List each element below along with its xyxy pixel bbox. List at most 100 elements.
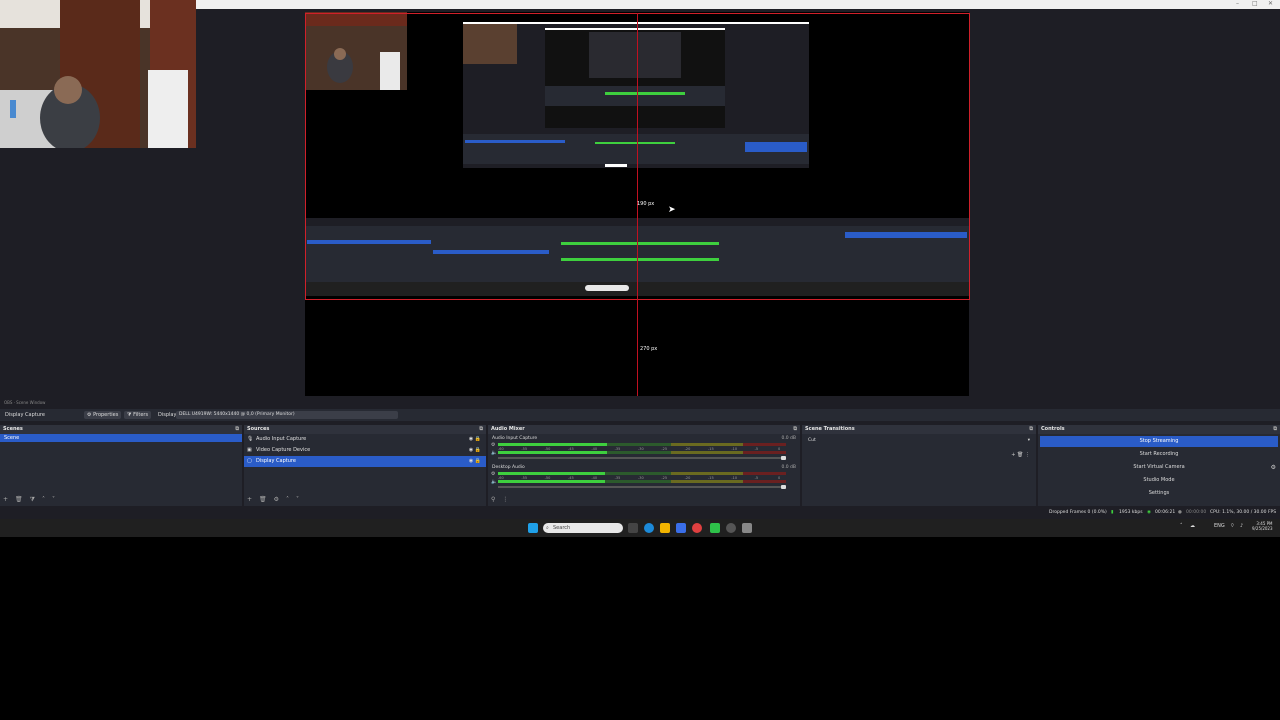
webcam-overlay [0, 0, 196, 148]
source-item[interactable]: 🎙 Audio Input Capture ◉ 🔒 [244, 434, 486, 445]
add-icon[interactable]: + [247, 496, 252, 503]
title-bar: – □ ✕ [196, 0, 1280, 9]
file-explorer-icon[interactable] [660, 523, 670, 533]
volume-slider[interactable] [498, 456, 786, 460]
undock-icon[interactable]: ⧉ [1029, 425, 1033, 434]
filters-label: Filters [133, 412, 149, 418]
wifi-icon[interactable]: ⌔ [1230, 523, 1235, 529]
controls-title: Controls [1041, 426, 1065, 432]
monitor-icon: ▢ [247, 458, 252, 464]
onedrive-icon[interactable]: ☁ [1190, 523, 1195, 529]
teams-icon[interactable] [676, 523, 686, 533]
source-item[interactable]: ▢ Display Capture ◉ 🔒 [244, 456, 486, 467]
language-indicator[interactable]: ENG [1214, 523, 1225, 529]
chrome-icon[interactable] [692, 523, 702, 533]
audio-mixer-title: Audio Mixer [491, 426, 525, 432]
more-icon[interactable]: ⋮ [502, 496, 508, 503]
undock-icon[interactable]: ⧉ [479, 425, 483, 434]
move-down-icon[interactable]: ˅ [296, 496, 299, 503]
camera-icon: ▣ [247, 447, 252, 453]
more-icon[interactable]: ⋮ [1025, 452, 1030, 458]
tray-chevron-icon[interactable]: ˄ [1180, 523, 1183, 529]
source-item[interactable]: ▣ Video Capture Device ◉ 🔒 [244, 445, 486, 456]
obs-icon[interactable] [726, 523, 736, 533]
stream-time: 00:06:21 [1155, 510, 1176, 515]
bitrate: 1953 kbps [1119, 510, 1143, 515]
task-view-icon[interactable] [628, 523, 638, 533]
level-meter [498, 451, 786, 454]
source-controls: ◉ 🔒 [469, 456, 481, 467]
close-icon[interactable]: ✕ [1268, 1, 1273, 7]
minimize-icon[interactable]: – [1236, 1, 1239, 7]
control-label: Settings [1148, 490, 1170, 496]
streaming-icon: ◉ [1147, 510, 1151, 515]
audio-mixer-header: Audio Mixer ⧉ [488, 425, 800, 434]
channel-name: Audio Input Capture [492, 436, 538, 441]
trash-icon[interactable]: 🗑 [1017, 452, 1023, 458]
undock-icon[interactable]: ⧉ [1273, 425, 1277, 434]
controls-header: Controls ⧉ [1038, 425, 1280, 434]
sources-dock: Sources ⧉ 🎙 Audio Input Capture ◉ 🔒 ▣ Video … [244, 425, 486, 506]
trash-icon[interactable]: 🗑 [259, 496, 267, 503]
app-icon-2[interactable] [742, 523, 752, 533]
transition-buttons: + 🗑 ⋮ [1011, 452, 1030, 458]
link-icon[interactable]: ⚲ [491, 496, 495, 503]
properties-button[interactable]: ⚙ Properties [84, 411, 122, 419]
meter-ticks: -60 -55 -50 -45 -40 -35 -30 -25 -20 -15 -10 -5 0 [498, 476, 786, 480]
scenes-footer: + 🗑 ⧩ ˄ ˅ [0, 496, 242, 504]
studio-mode-button[interactable]: Studio Mode [1040, 475, 1278, 486]
status-bar: Dropped Frames 0 (0.0%) ▮ 1953 kbps ◉ 00… [0, 508, 1280, 518]
clock[interactable]: 3:45 PM 9/25/2023 [1252, 521, 1273, 531]
add-icon[interactable]: + [1011, 452, 1015, 458]
microphone-icon: 🎙 [247, 436, 254, 442]
move-up-icon[interactable]: ˄ [286, 496, 289, 503]
start-icon[interactable] [528, 523, 538, 533]
dropped-frames: Dropped Frames 0 (0.0%) [1049, 510, 1107, 515]
gear-icon[interactable]: ⚙ [491, 471, 495, 477]
level-meter [498, 480, 786, 483]
mixer-footer: ⚲ ⋮ [488, 496, 800, 504]
lock-icon[interactable]: 🔒 [475, 458, 481, 464]
search-icon: ⌕ [546, 525, 549, 531]
filter-icon[interactable]: ⧩ [30, 496, 35, 503]
move-up-icon[interactable]: ˄ [42, 496, 45, 503]
stop-streaming-button[interactable]: Stop Streaming [1040, 436, 1278, 447]
mixer-channel: Audio Input Capture 0.0 dB ⚙ 🔈 -60 -55 -50 -45-… [488, 434, 800, 463]
undock-icon[interactable]: ⧉ [793, 425, 797, 434]
source-label: Display Capture [256, 458, 296, 464]
scenes-title: Scenes [3, 426, 23, 432]
edge-icon[interactable] [644, 523, 654, 533]
start-virtual-camera-button[interactable]: Start Virtual Camera ⚙ [1040, 462, 1278, 473]
undock-icon[interactable]: ⧉ [235, 425, 239, 434]
display-select[interactable]: DELL U4919W: 5440x1440 @ 0,0 (Primary Mo… [176, 411, 398, 419]
gear-icon[interactable]: ⚙ [491, 442, 495, 448]
rec-time: 00:00:00 [1186, 510, 1207, 515]
start-recording-button[interactable]: Start Recording [1040, 449, 1278, 460]
filters-button[interactable]: ⧩ Filters [124, 411, 152, 419]
app-icon[interactable] [710, 523, 720, 533]
audio-mixer-dock: Audio Mixer ⧉ Audio Input Capture 0.0 dB ⚙… [488, 425, 800, 506]
speaker-icon[interactable]: 🔈 [491, 479, 497, 485]
scene-item[interactable]: Scene [0, 434, 242, 442]
windows-taskbar: ⌕ Search ˄ ☁ ENG ⌔ ♪ 3:45 PM 9/25/2023 [0, 519, 1280, 537]
volume-slider-knob[interactable] [781, 485, 786, 489]
gear-icon[interactable]: ⚙ [1271, 462, 1276, 473]
volume-slider-knob[interactable] [781, 456, 786, 460]
move-down-icon[interactable]: ˅ [52, 496, 55, 503]
lock-icon[interactable]: 🔒 [475, 447, 481, 453]
volume-icon[interactable]: ♪ [1240, 523, 1243, 529]
controls-dock: Controls ⧉ Stop Streaming Start Recording… [1038, 425, 1280, 506]
lock-icon[interactable]: 🔒 [475, 436, 481, 442]
transition-select[interactable]: Cut ▾ [806, 437, 1032, 444]
trash-icon[interactable]: 🗑 [15, 496, 23, 503]
settings-button[interactable]: Settings [1040, 488, 1278, 499]
taskbar-search[interactable]: ⌕ Search [543, 523, 623, 533]
gear-icon[interactable]: ⚙ [274, 496, 279, 503]
letterbox [0, 537, 1280, 720]
add-icon[interactable]: + [3, 496, 8, 503]
speaker-icon[interactable]: 🔈 [491, 450, 497, 456]
signal-icon: ▮ [1111, 510, 1114, 515]
search-placeholder: Search [553, 525, 571, 531]
maximize-icon[interactable]: □ [1252, 1, 1258, 7]
volume-slider[interactable] [498, 485, 786, 489]
